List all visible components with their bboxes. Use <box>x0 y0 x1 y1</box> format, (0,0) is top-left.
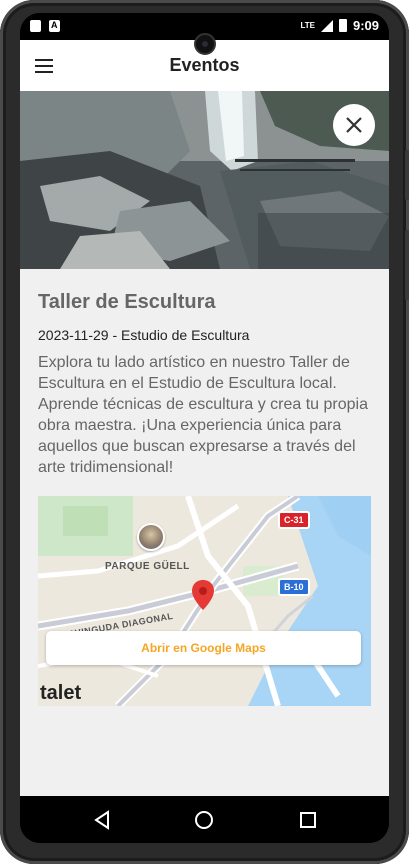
volume-button <box>405 150 409 200</box>
close-icon <box>346 117 362 133</box>
event-title: Taller de Escultura <box>38 291 216 313</box>
home-circle-icon[interactable] <box>192 808 216 832</box>
park-photo-marker[interactable] <box>137 523 165 551</box>
lte-icon: LTE <box>300 21 315 30</box>
back-triangle-icon[interactable] <box>90 808 114 832</box>
page-title: Eventos <box>169 55 240 75</box>
map-label-park: PARQUE GÜELL <box>105 561 190 572</box>
recents-square-icon[interactable] <box>296 808 320 832</box>
status-time: 9:09 <box>352 18 379 33</box>
front-camera <box>194 33 216 55</box>
location-pin-icon <box>192 580 214 610</box>
event-description: Explora tu lado artístico en nuestro Tal… <box>38 354 368 476</box>
open-google-maps-button[interactable]: Abrir en Google Maps <box>46 631 361 665</box>
power-button <box>405 230 409 300</box>
road-badge-b10: B-10 <box>278 578 310 596</box>
event-detail: Taller de Escultura 2023-11-29 - Estudio… <box>20 91 389 796</box>
system-nav-bar <box>20 796 389 843</box>
a-badge-icon: A <box>49 20 60 32</box>
event-date-location: 2023-11-29 - Estudio de Escultura <box>38 327 250 343</box>
road-badge-c31: C-31 <box>278 511 310 529</box>
event-image <box>20 91 389 269</box>
map-label-partial: talet <box>40 682 82 704</box>
battery-charging-icon <box>338 19 347 32</box>
screen: A LTE 9:09 Eventos Taller de Escultura 2… <box>20 13 389 843</box>
phone-frame: A LTE 9:09 Eventos Taller de Escultura 2… <box>0 0 409 864</box>
close-button[interactable] <box>333 104 375 146</box>
sd-card-icon <box>30 20 41 32</box>
signal-icon <box>320 19 333 32</box>
event-map[interactable]: PARQUE GÜELL AVINGUDA DIAGONAL C-31 B-10… <box>38 496 371 706</box>
